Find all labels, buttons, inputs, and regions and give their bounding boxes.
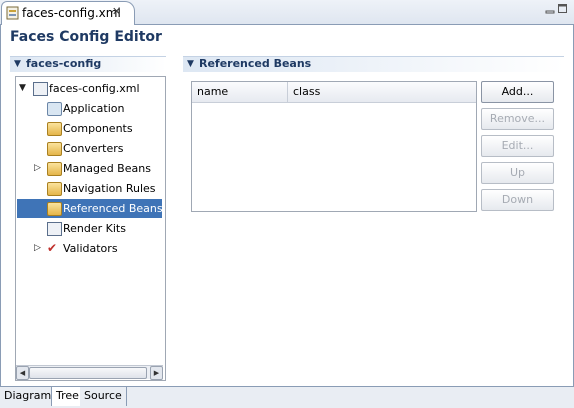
up-button[interactable]: Up	[481, 162, 554, 184]
tree-item-label: Render Kits	[63, 222, 126, 235]
faces-config-section-header[interactable]: ▼ faces-config	[10, 56, 166, 72]
tree-item-render-kits[interactable]: Render Kits	[16, 219, 163, 238]
faces-config-file-icon	[6, 6, 19, 20]
tree-item-label: Navigation Rules	[63, 182, 156, 195]
referenced-beans-table[interactable]: name class	[191, 81, 477, 212]
scroll-right-icon[interactable]: ▶	[150, 366, 163, 380]
close-icon[interactable]: ✕	[112, 5, 121, 18]
tree-item-components[interactable]: Components	[16, 119, 163, 138]
referenced-beans-section-header[interactable]: ▼ Referenced Beans	[183, 56, 564, 72]
tree-item-validators[interactable]: ▷ ✔ Validators	[16, 239, 163, 258]
scroll-left-icon[interactable]: ◀	[16, 366, 29, 380]
table-header: name class	[192, 82, 476, 103]
folder-icon	[47, 162, 62, 176]
tree-item-label: Validators	[63, 242, 118, 255]
edit-button[interactable]: Edit...	[481, 135, 554, 157]
tree-item-converters[interactable]: Converters	[16, 139, 163, 158]
collapse-triangle-icon[interactable]: ▼	[14, 59, 21, 69]
application-icon	[47, 102, 62, 116]
tree-item-label: Components	[63, 122, 133, 135]
maximize-icon[interactable]	[558, 4, 568, 14]
tree-item-managed-beans[interactable]: ▷ Managed Beans	[16, 159, 163, 178]
tree-root[interactable]: ▼ faces-config.xml	[16, 79, 163, 98]
down-button[interactable]: Down	[481, 189, 554, 211]
tree-horizontal-scrollbar[interactable]: ◀ ▶	[16, 365, 163, 380]
folder-icon	[47, 142, 62, 156]
scrollbar-thumb[interactable]	[29, 367, 147, 379]
tree-item-label: Converters	[63, 142, 124, 155]
tree-item-navigation-rules[interactable]: Navigation Rules	[16, 179, 163, 198]
tab-source[interactable]: Source	[80, 387, 127, 406]
add-button[interactable]: Add...	[481, 81, 554, 103]
folder-icon	[47, 182, 62, 196]
editor-page-tabs: Diagram Tree Source	[0, 386, 574, 408]
column-header-name[interactable]: name	[192, 82, 288, 102]
expanded-triangle-icon[interactable]: ▼	[19, 79, 29, 98]
editor-tab-title: faces-config.xml	[22, 6, 121, 20]
column-header-class[interactable]: class	[288, 82, 473, 102]
collapsed-triangle-icon[interactable]: ▷	[34, 239, 44, 258]
tree-item-referenced-beans[interactable]: Referenced Beans	[17, 199, 163, 218]
check-icon: ✔	[47, 241, 58, 255]
folder-icon	[47, 202, 62, 216]
tab-tree[interactable]: Tree	[51, 387, 84, 406]
collapse-triangle-icon[interactable]: ▼	[187, 59, 194, 69]
remove-button[interactable]: Remove...	[481, 108, 554, 130]
section-title: Referenced Beans	[199, 57, 312, 70]
tree-root-label: faces-config.xml	[49, 82, 140, 95]
tree-item-label: Referenced Beans	[63, 202, 163, 215]
config-tree[interactable]: ▼ faces-config.xml Application Component…	[15, 76, 166, 381]
render-kit-icon	[47, 222, 62, 236]
tree-item-application[interactable]: Application	[16, 99, 163, 118]
minimize-icon[interactable]	[545, 5, 555, 15]
tree-item-label: Managed Beans	[63, 162, 151, 175]
page-title: Faces Config Editor	[10, 29, 162, 45]
tree-item-label: Application	[63, 102, 125, 115]
folder-icon	[47, 122, 62, 136]
faces-config-file-icon	[33, 82, 48, 96]
collapsed-triangle-icon[interactable]: ▷	[34, 159, 44, 178]
editor-tab[interactable]: faces-config.xml ✕	[1, 1, 135, 25]
tab-diagram[interactable]: Diagram	[0, 387, 57, 406]
section-title: faces-config	[26, 57, 102, 70]
